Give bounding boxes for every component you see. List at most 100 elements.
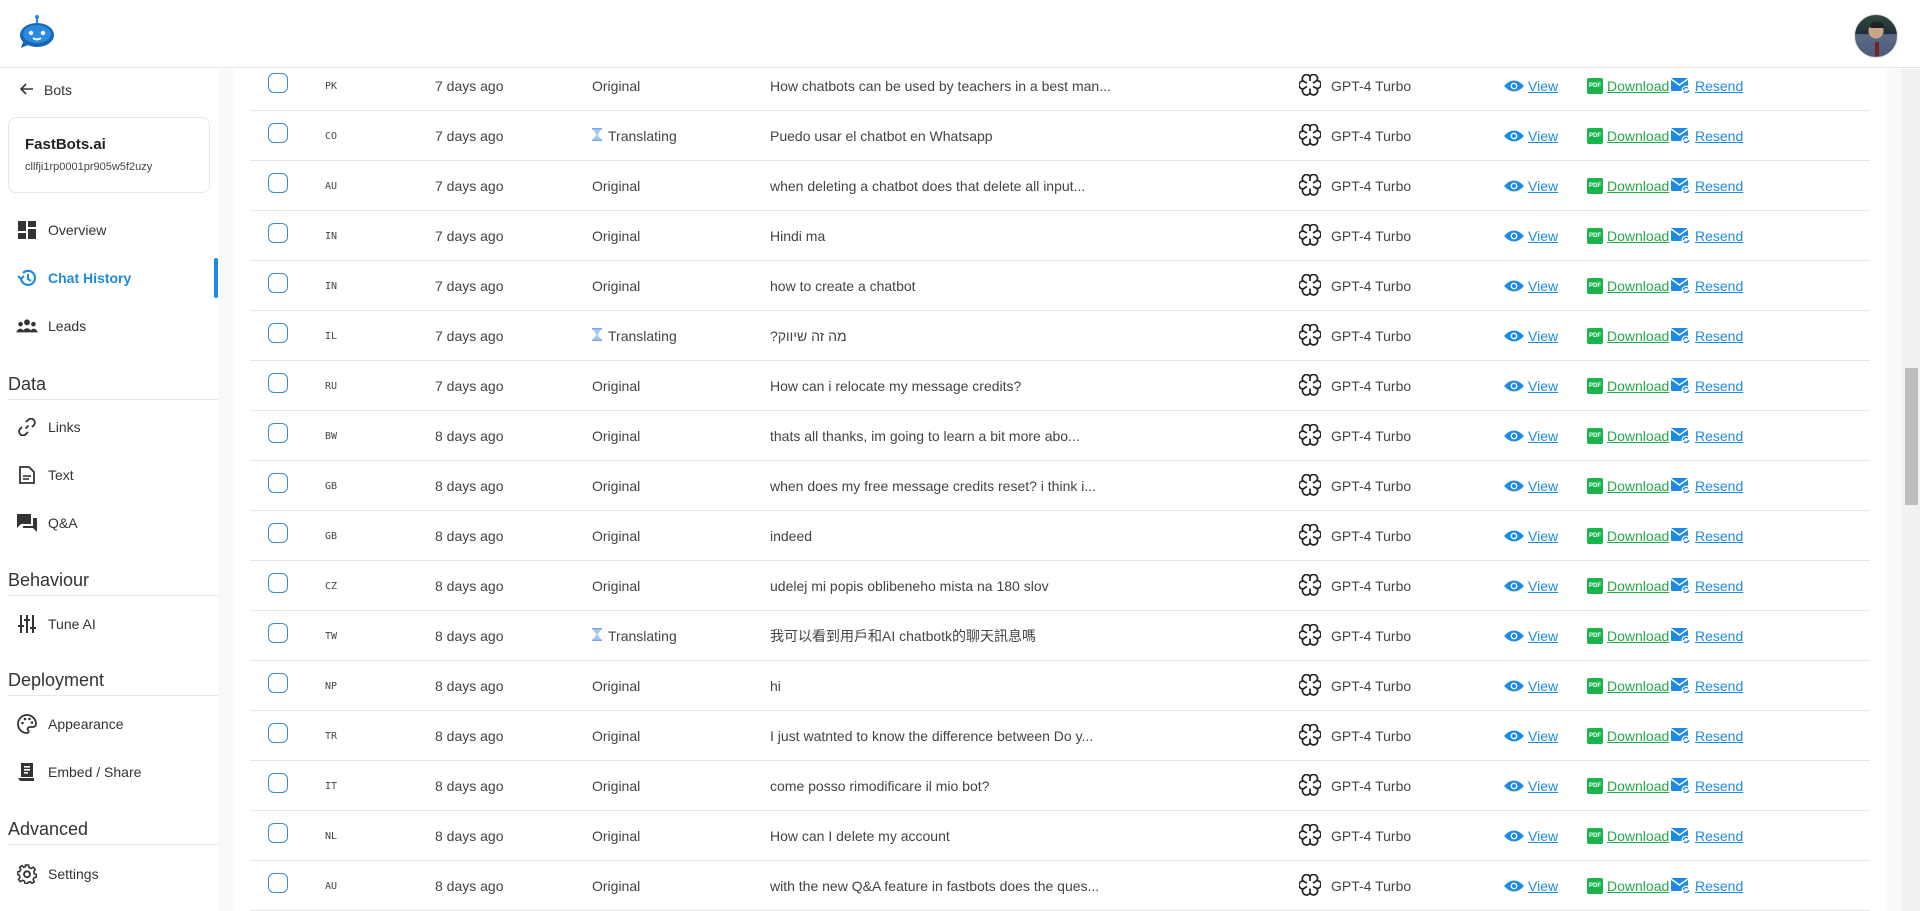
- table-row[interactable]: CZ 8 days ago Original udelej mi popis o…: [250, 561, 1870, 611]
- view-link[interactable]: View: [1504, 478, 1558, 494]
- sidebar-item-leads[interactable]: Leads: [16, 314, 86, 338]
- table-row[interactable]: AU 7 days ago Original when deleting a c…: [250, 161, 1870, 211]
- download-link[interactable]: PDF Download: [1587, 428, 1669, 444]
- resend-link[interactable]: Resend: [1671, 78, 1743, 94]
- table-row[interactable]: IN 7 days ago Original how to create a c…: [250, 261, 1870, 311]
- view-link[interactable]: View: [1504, 778, 1558, 794]
- resend-link[interactable]: Resend: [1671, 828, 1743, 844]
- table-row[interactable]: TR 8 days ago Original I just watnted to…: [250, 711, 1870, 761]
- row-checkbox[interactable]: [268, 623, 288, 643]
- download-link[interactable]: PDF Download: [1587, 628, 1669, 644]
- sidebar-item-links[interactable]: Links: [16, 415, 81, 439]
- table-row[interactable]: IL 7 days ago Translating מה זה שיווק? G…: [250, 311, 1870, 361]
- download-link[interactable]: PDF Download: [1587, 578, 1669, 594]
- bot-card[interactable]: FastBots.ai cllfji1rp0001pr905w5f2uzy: [8, 117, 210, 193]
- table-row[interactable]: PK 7 days ago Original How chatbots can …: [250, 61, 1870, 111]
- resend-link[interactable]: Resend: [1671, 678, 1743, 694]
- download-link[interactable]: PDF Download: [1587, 828, 1669, 844]
- table-row[interactable]: CO 7 days ago Translating Puedo usar el …: [250, 111, 1870, 161]
- resend-link[interactable]: Resend: [1671, 528, 1743, 544]
- download-link[interactable]: PDF Download: [1587, 678, 1669, 694]
- resend-link[interactable]: Resend: [1671, 628, 1743, 644]
- view-link[interactable]: View: [1504, 78, 1558, 94]
- download-link[interactable]: PDF Download: [1587, 778, 1669, 794]
- view-link[interactable]: View: [1504, 228, 1558, 244]
- download-link[interactable]: PDF Download: [1587, 528, 1669, 544]
- resend-link[interactable]: Resend: [1671, 878, 1743, 894]
- resend-link[interactable]: Resend: [1671, 328, 1743, 344]
- download-link[interactable]: PDF Download: [1587, 478, 1669, 494]
- table-row[interactable]: GB 8 days ago Original when does my free…: [250, 461, 1870, 511]
- row-checkbox[interactable]: [268, 473, 288, 493]
- row-checkbox[interactable]: [268, 373, 288, 393]
- table-row[interactable]: NP 8 days ago Original hi GPT-4 Turbo Vi…: [250, 661, 1870, 711]
- row-checkbox[interactable]: [268, 573, 288, 593]
- table-row[interactable]: TW 8 days ago Translating 我可以看到用戶和AI cha…: [250, 611, 1870, 661]
- row-checkbox[interactable]: [268, 273, 288, 293]
- view-link[interactable]: View: [1504, 178, 1558, 194]
- row-checkbox[interactable]: [268, 773, 288, 793]
- download-link[interactable]: PDF Download: [1587, 328, 1669, 344]
- row-checkbox[interactable]: [268, 223, 288, 243]
- resend-link[interactable]: Resend: [1671, 128, 1743, 144]
- table-row[interactable]: IT 8 days ago Original come posso rimodi…: [250, 761, 1870, 811]
- user-avatar[interactable]: [1854, 14, 1898, 58]
- download-link[interactable]: PDF Download: [1587, 878, 1669, 894]
- view-link[interactable]: View: [1504, 528, 1558, 544]
- row-checkbox[interactable]: [268, 673, 288, 693]
- download-link[interactable]: PDF Download: [1587, 378, 1669, 394]
- sidebar-item-appearance[interactable]: Appearance: [16, 712, 124, 736]
- row-checkbox[interactable]: [268, 523, 288, 543]
- robot-logo-icon[interactable]: [18, 14, 56, 50]
- back-to-bots-link[interactable]: Bots: [19, 82, 72, 98]
- download-link[interactable]: PDF Download: [1587, 728, 1669, 744]
- resend-link[interactable]: Resend: [1671, 178, 1743, 194]
- resend-link[interactable]: Resend: [1671, 278, 1743, 294]
- download-link[interactable]: PDF Download: [1587, 78, 1669, 94]
- scrollbar-thumb[interactable]: [1905, 368, 1918, 505]
- view-link[interactable]: View: [1504, 878, 1558, 894]
- download-link[interactable]: PDF Download: [1587, 178, 1669, 194]
- resend-link[interactable]: Resend: [1671, 428, 1743, 444]
- view-link[interactable]: View: [1504, 378, 1558, 394]
- row-checkbox[interactable]: [268, 323, 288, 343]
- table-row[interactable]: NL 8 days ago Original How can I delete …: [250, 811, 1870, 861]
- view-link[interactable]: View: [1504, 278, 1558, 294]
- view-link[interactable]: View: [1504, 728, 1558, 744]
- table-row[interactable]: RU 7 days ago Original How can i relocat…: [250, 361, 1870, 411]
- view-link[interactable]: View: [1504, 428, 1558, 444]
- row-checkbox[interactable]: [268, 123, 288, 143]
- row-checkbox[interactable]: [268, 873, 288, 893]
- row-checkbox[interactable]: [268, 423, 288, 443]
- resend-link[interactable]: Resend: [1671, 378, 1743, 394]
- sidebar-item-qa[interactable]: Q&A: [16, 511, 78, 535]
- sidebar-item-chat-history[interactable]: Chat History: [16, 266, 131, 290]
- table-row[interactable]: GB 8 days ago Original indeed GPT-4 Turb…: [250, 511, 1870, 561]
- resend-link[interactable]: Resend: [1671, 778, 1743, 794]
- table-row[interactable]: BW 8 days ago Original thats all thanks,…: [250, 411, 1870, 461]
- row-checkbox[interactable]: [268, 723, 288, 743]
- view-link[interactable]: View: [1504, 628, 1558, 644]
- sidebar-item-tune-ai[interactable]: Tune AI: [16, 612, 96, 636]
- download-link[interactable]: PDF Download: [1587, 278, 1669, 294]
- view-link[interactable]: View: [1504, 578, 1558, 594]
- resend-link[interactable]: Resend: [1671, 728, 1743, 744]
- sidebar-item-overview[interactable]: Overview: [16, 218, 106, 242]
- download-link[interactable]: PDF Download: [1587, 128, 1669, 144]
- view-link[interactable]: View: [1504, 128, 1558, 144]
- sidebar-item-settings[interactable]: Settings: [16, 862, 99, 886]
- row-checkbox[interactable]: [268, 73, 288, 93]
- resend-link[interactable]: Resend: [1671, 478, 1743, 494]
- download-link[interactable]: PDF Download: [1587, 228, 1669, 244]
- sidebar-item-text[interactable]: Text: [16, 463, 74, 487]
- sidebar-item-embed-share[interactable]: Embed / Share: [16, 760, 141, 784]
- view-link[interactable]: View: [1504, 328, 1558, 344]
- view-link[interactable]: View: [1504, 678, 1558, 694]
- view-link[interactable]: View: [1504, 828, 1558, 844]
- resend-link[interactable]: Resend: [1671, 228, 1743, 244]
- table-row[interactable]: AU 8 days ago Original with the new Q&A …: [250, 861, 1870, 911]
- row-checkbox[interactable]: [268, 823, 288, 843]
- table-row[interactable]: IN 7 days ago Original Hindi ma GPT-4 Tu…: [250, 211, 1870, 261]
- row-checkbox[interactable]: [268, 173, 288, 193]
- resend-link[interactable]: Resend: [1671, 578, 1743, 594]
